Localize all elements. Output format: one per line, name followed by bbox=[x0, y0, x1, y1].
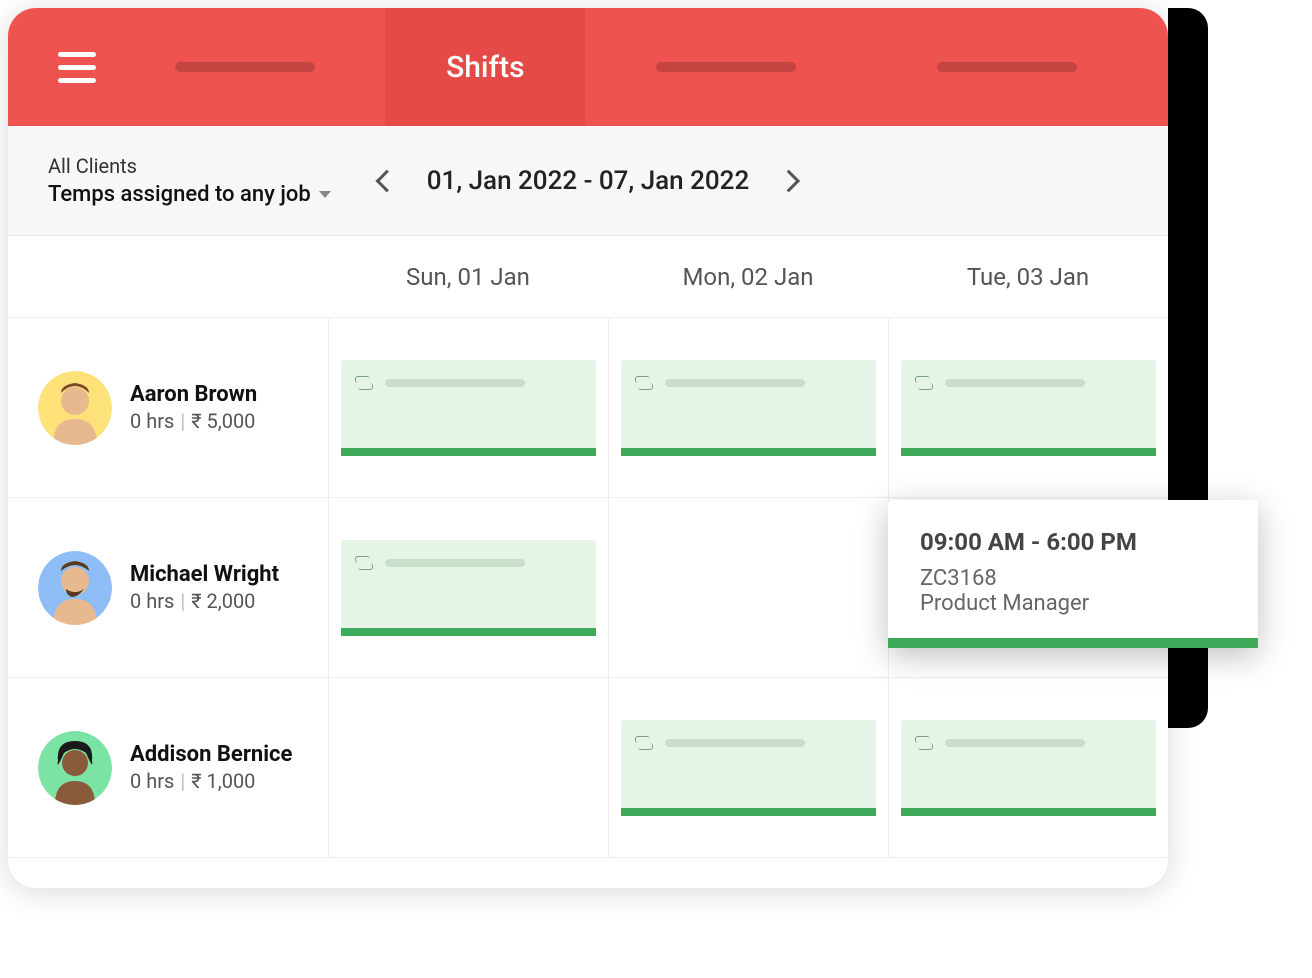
avatar-icon bbox=[38, 551, 112, 625]
day-header-mon: Mon, 02 Jan bbox=[608, 236, 888, 317]
shift-detail-popover[interactable]: 09:00 AM - 6:00 PM ZC3168 Product Manage… bbox=[888, 500, 1258, 648]
person-cell[interactable]: Aaron Brown 0 hrs|₹ 5,000 bbox=[8, 318, 328, 497]
filter-temps-label: Temps assigned to any job bbox=[48, 182, 311, 207]
shift-status-bar bbox=[901, 448, 1156, 456]
shift-status-bar bbox=[621, 808, 876, 816]
day-cell[interactable] bbox=[608, 318, 888, 497]
filter-bar: All Clients Temps assigned to any job 01… bbox=[8, 126, 1168, 236]
person-amount: ₹ 5,000 bbox=[191, 409, 255, 433]
date-range-label[interactable]: 01, Jan 2022 - 07, Jan 2022 bbox=[427, 166, 749, 196]
person-hours: 0 hrs bbox=[130, 769, 174, 793]
person-name: Addison Bernice bbox=[130, 742, 292, 767]
shift-card[interactable] bbox=[901, 720, 1156, 816]
repeat-icon bbox=[635, 376, 653, 390]
caret-down-icon bbox=[319, 191, 331, 198]
person-hours: 0 hrs bbox=[130, 589, 174, 613]
repeat-icon bbox=[915, 376, 933, 390]
tab-shifts[interactable]: Shifts bbox=[385, 8, 585, 126]
shift-placeholder-line bbox=[665, 739, 805, 747]
chevron-left-icon[interactable] bbox=[375, 169, 398, 192]
person-name: Aaron Brown bbox=[130, 382, 257, 407]
filter-left: All Clients Temps assigned to any job bbox=[48, 154, 331, 207]
app-frame: Shifts All Clients Temps assigned to any… bbox=[8, 8, 1168, 888]
day-cell[interactable] bbox=[608, 498, 888, 677]
shift-card[interactable] bbox=[621, 360, 876, 456]
person-info: Michael Wright 0 hrs|₹ 2,000 bbox=[130, 562, 279, 613]
date-navigator: 01, Jan 2022 - 07, Jan 2022 bbox=[379, 166, 797, 196]
chevron-right-icon[interactable] bbox=[778, 169, 801, 192]
avatar bbox=[38, 551, 112, 625]
day-header-tue: Tue, 03 Jan bbox=[888, 236, 1168, 317]
day-cell[interactable] bbox=[888, 318, 1168, 497]
person-amount: ₹ 2,000 bbox=[191, 589, 255, 613]
shift-placeholder-line bbox=[385, 559, 525, 567]
shift-placeholder-line bbox=[945, 379, 1085, 387]
day-label: Sun, 01 Jan bbox=[406, 263, 530, 291]
day-cell[interactable] bbox=[328, 498, 608, 677]
shift-card[interactable] bbox=[621, 720, 876, 816]
person-subline: 0 hrs|₹ 2,000 bbox=[130, 589, 279, 613]
tab-placeholder-mid[interactable] bbox=[585, 62, 866, 72]
day-label: Mon, 02 Jan bbox=[682, 263, 813, 291]
popover-role: Product Manager bbox=[920, 591, 1226, 616]
avatar-icon bbox=[38, 731, 112, 805]
person-subline: 0 hrs|₹ 5,000 bbox=[130, 409, 257, 433]
hamburger-menu-icon[interactable] bbox=[58, 44, 104, 90]
repeat-icon bbox=[355, 556, 373, 570]
day-cell[interactable] bbox=[608, 678, 888, 857]
filter-clients-label[interactable]: All Clients bbox=[48, 154, 331, 178]
avatar-icon bbox=[38, 371, 112, 445]
person-cell[interactable]: Michael Wright 0 hrs|₹ 2,000 bbox=[8, 498, 328, 677]
person-hours: 0 hrs bbox=[130, 409, 174, 433]
popover-code: ZC3168 bbox=[920, 566, 1226, 591]
avatar bbox=[38, 371, 112, 445]
day-cell[interactable] bbox=[328, 318, 608, 497]
person-row: Addison Bernice 0 hrs|₹ 1,000 bbox=[8, 678, 1168, 858]
popover-time: 09:00 AM - 6:00 PM bbox=[920, 528, 1226, 556]
avatar bbox=[38, 731, 112, 805]
app-header: Shifts bbox=[8, 8, 1168, 126]
day-cell[interactable] bbox=[328, 678, 608, 857]
shift-card[interactable] bbox=[341, 540, 596, 636]
shift-status-bar bbox=[341, 448, 596, 456]
shift-status-bar bbox=[341, 628, 596, 636]
day-header-sun: Sun, 01 Jan bbox=[328, 236, 608, 317]
tab-placeholder-right[interactable] bbox=[867, 62, 1148, 72]
filter-temps-dropdown[interactable]: Temps assigned to any job bbox=[48, 182, 331, 207]
tab-shifts-label: Shifts bbox=[446, 50, 525, 85]
day-cell[interactable] bbox=[888, 678, 1168, 857]
popover-status-bar bbox=[888, 638, 1258, 648]
person-subline: 0 hrs|₹ 1,000 bbox=[130, 769, 292, 793]
person-cell[interactable]: Addison Bernice 0 hrs|₹ 1,000 bbox=[8, 678, 328, 857]
person-name: Michael Wright bbox=[130, 562, 279, 587]
shift-placeholder-line bbox=[385, 379, 525, 387]
repeat-icon bbox=[355, 376, 373, 390]
person-row: Aaron Brown 0 hrs|₹ 5,000 bbox=[8, 318, 1168, 498]
shift-card[interactable] bbox=[901, 360, 1156, 456]
shift-status-bar bbox=[901, 808, 1156, 816]
person-info: Aaron Brown 0 hrs|₹ 5,000 bbox=[130, 382, 257, 433]
shift-card[interactable] bbox=[341, 360, 596, 456]
day-label: Tue, 03 Jan bbox=[967, 263, 1089, 291]
shift-placeholder-line bbox=[665, 379, 805, 387]
person-info: Addison Bernice 0 hrs|₹ 1,000 bbox=[130, 742, 292, 793]
shift-status-bar bbox=[621, 448, 876, 456]
repeat-icon bbox=[635, 736, 653, 750]
day-header-row: Sun, 01 Jan Mon, 02 Jan Tue, 03 Jan bbox=[8, 236, 1168, 318]
day-header-spacer bbox=[8, 236, 328, 317]
person-amount: ₹ 1,000 bbox=[191, 769, 255, 793]
shift-placeholder-line bbox=[945, 739, 1085, 747]
repeat-icon bbox=[915, 736, 933, 750]
tab-placeholder-left[interactable] bbox=[104, 62, 385, 72]
